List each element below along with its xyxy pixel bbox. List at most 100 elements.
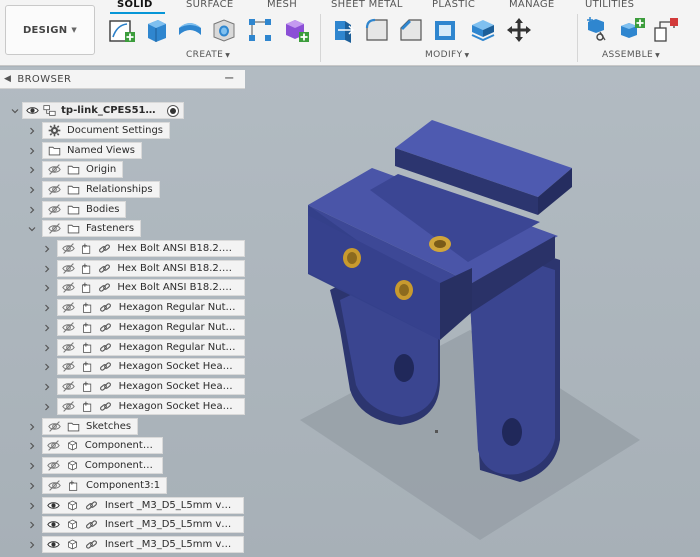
browser-header[interactable]: ◀ BROWSER − — [0, 70, 245, 89]
revolve-icon[interactable] — [176, 16, 204, 44]
tree-node-chip[interactable]: Hexagon Regular Nut I... — [57, 339, 245, 356]
expand-down-icon[interactable] — [27, 224, 37, 234]
tree-node[interactable]: Hex Bolt ANSI B18.2.3.!... — [0, 240, 245, 258]
tree-node-chip[interactable]: Hex Bolt ANSI B18.2.3.!... — [57, 240, 245, 257]
expand-right-icon[interactable] — [42, 303, 52, 313]
tree-node[interactable]: Fasteners — [0, 220, 245, 238]
tree-node-chip[interactable]: Hexagon Socket Head ... — [57, 378, 245, 395]
tree-node[interactable]: Document Settings — [0, 122, 245, 140]
tree-node-chip[interactable]: Insert _M3_D5_L5mm v1:1 — [42, 497, 244, 514]
hole-icon[interactable] — [210, 16, 238, 44]
workspace-switcher[interactable]: DESIGN ▼ — [5, 5, 95, 55]
tree-node-chip[interactable]: Hexagon Socket Head ... — [57, 398, 245, 415]
eye-icon[interactable] — [46, 499, 62, 513]
expand-right-icon[interactable] — [27, 461, 37, 471]
move-icon[interactable] — [505, 16, 533, 44]
expand-right-icon[interactable] — [42, 362, 52, 372]
tree-node[interactable]: Component1:1 — [0, 437, 245, 455]
expand-right-icon[interactable] — [27, 540, 37, 550]
tree-node-chip[interactable]: Component1:1 — [42, 437, 163, 454]
tree-node-chip[interactable]: Sketches — [42, 418, 139, 435]
eye-hidden-icon[interactable] — [61, 341, 77, 355]
fillet-icon[interactable] — [363, 16, 391, 44]
expand-right-icon[interactable] — [27, 126, 37, 136]
tree-node[interactable]: Insert _M3_D5_L5mm v1:3 — [0, 536, 245, 554]
tree-node[interactable]: Hex Bolt ANSI B18.2.3.!... — [0, 260, 245, 278]
assemble-menu[interactable]: ASSEMBLE ▼ — [602, 50, 660, 60]
eye-hidden-icon[interactable] — [46, 479, 62, 493]
tree-node-chip[interactable]: Hexagon Regular Nut I... — [57, 299, 245, 316]
eye-hidden-icon[interactable] — [61, 301, 77, 315]
tree-node-chip[interactable]: Insert _M3_D5_L5mm v1:2 — [42, 516, 244, 533]
tree-node-chip[interactable]: Hexagon Regular Nut I... — [57, 319, 245, 336]
eye-icon[interactable] — [46, 538, 62, 552]
tree-node[interactable]: Component3:1 — [0, 477, 245, 495]
eye-hidden-icon[interactable] — [61, 360, 77, 374]
modify-menu[interactable]: MODIFY ▼ — [425, 50, 470, 60]
eye-hidden-icon[interactable] — [61, 380, 77, 394]
extrude-icon[interactable] — [142, 16, 170, 44]
tab-utilities[interactable]: UTILITIES — [585, 0, 634, 10]
tree-node[interactable]: Relationships — [0, 181, 245, 199]
tree-node[interactable]: Hexagon Socket Head ... — [0, 398, 245, 416]
expand-right-icon[interactable] — [42, 323, 52, 333]
eye-hidden-icon[interactable] — [46, 203, 62, 217]
activate-radio-icon[interactable] — [167, 105, 179, 117]
expand-right-icon[interactable] — [42, 283, 52, 293]
expand-right-icon[interactable] — [27, 165, 37, 175]
eye-hidden-icon[interactable] — [46, 222, 62, 236]
tree-node-chip[interactable]: tp-link_CPES510 v12 — [22, 102, 184, 119]
press-pull-icon[interactable] — [329, 16, 357, 44]
expand-right-icon[interactable] — [42, 382, 52, 392]
expand-down-icon[interactable] — [10, 106, 20, 116]
collapse-panel-icon[interactable]: − — [224, 71, 235, 86]
tab-solid[interactable]: SOLID — [117, 0, 153, 10]
tree-root[interactable]: tp-link_CPES510 v12 — [0, 102, 245, 120]
eye-hidden-icon[interactable] — [46, 439, 61, 453]
tree-node[interactable]: Hexagon Socket Head ... — [0, 358, 245, 376]
expand-right-icon[interactable] — [27, 481, 37, 491]
combine-icon[interactable] — [469, 16, 497, 44]
create-sketch-icon[interactable] — [108, 16, 136, 44]
tree-node[interactable]: Sketches — [0, 418, 245, 436]
chevron-down-icon[interactable]: ◀ — [4, 74, 11, 84]
tab-surface[interactable]: SURFACE — [186, 0, 234, 10]
tree-node[interactable]: Bodies — [0, 201, 245, 219]
tree-node-chip[interactable]: Fasteners — [42, 220, 142, 237]
tree-node-chip[interactable]: Component2:1 — [42, 457, 163, 474]
eye-hidden-icon[interactable] — [46, 459, 61, 473]
tree-node[interactable]: Hexagon Regular Nut I... — [0, 339, 245, 357]
expand-right-icon[interactable] — [42, 343, 52, 353]
eye-hidden-icon[interactable] — [46, 420, 62, 434]
expand-right-icon[interactable] — [27, 501, 37, 511]
tab-manage[interactable]: MANAGE — [509, 0, 554, 10]
tree-node[interactable]: Hexagon Socket Head ... — [0, 378, 245, 396]
as-built-joint-icon[interactable] — [652, 16, 680, 44]
tree-node-chip[interactable]: Origin — [42, 161, 124, 178]
pattern-icon[interactable] — [246, 16, 274, 44]
tree-node[interactable]: Insert _M3_D5_L5mm v1:1 — [0, 497, 245, 515]
tab-plastic[interactable]: PLASTIC — [432, 0, 475, 10]
tree-node[interactable]: Named Views — [0, 142, 245, 160]
eye-hidden-icon[interactable] — [61, 281, 76, 295]
eye-hidden-icon[interactable] — [46, 183, 62, 197]
expand-right-icon[interactable] — [27, 205, 37, 215]
eye-hidden-icon[interactable] — [61, 262, 76, 276]
tree-node[interactable]: Hexagon Regular Nut I... — [0, 299, 245, 317]
expand-right-icon[interactable] — [27, 185, 37, 195]
create-menu[interactable]: CREATE ▼ — [186, 50, 230, 60]
tree-node-chip[interactable]: Relationships — [42, 181, 160, 198]
eye-hidden-icon[interactable] — [61, 242, 76, 256]
eye-hidden-icon[interactable] — [61, 400, 77, 414]
tree-node[interactable]: Hexagon Regular Nut I... — [0, 319, 245, 337]
tab-sheet-metal[interactable]: SHEET METAL — [331, 0, 403, 10]
tree-node[interactable]: Origin — [0, 161, 245, 179]
expand-right-icon[interactable] — [27, 441, 37, 451]
tree-node-chip[interactable]: Named Views — [42, 142, 142, 159]
tree-node[interactable]: Insert _M3_D5_L5mm v1:2 — [0, 516, 245, 534]
expand-right-icon[interactable] — [42, 402, 52, 412]
chamfer-icon[interactable] — [397, 16, 425, 44]
expand-right-icon[interactable] — [27, 422, 37, 432]
expand-right-icon[interactable] — [27, 520, 37, 530]
tree-node-chip[interactable]: Hex Bolt ANSI B18.2.3.!... — [57, 260, 245, 277]
